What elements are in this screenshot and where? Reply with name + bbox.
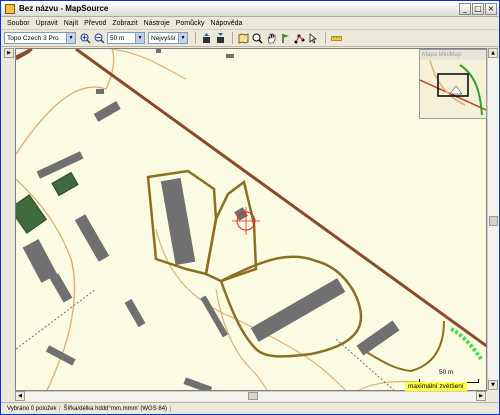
building <box>45 345 76 366</box>
map-product-select[interactable]: Topo Czech 3 Pro ▼ <box>4 32 76 44</box>
scroll-left-arrow-icon[interactable]: ◀ <box>15 391 25 401</box>
building <box>22 239 58 283</box>
receive-from-device-icon[interactable] <box>214 32 227 45</box>
minimap-panel[interactable]: Mapa MiniMap <box>419 49 487 119</box>
close-button[interactable]: × <box>485 3 497 15</box>
building <box>183 377 213 390</box>
menu-bar: Soubor Úpravit Najít Převod Zobrazit Nás… <box>1 17 499 30</box>
menu-napoveda[interactable]: Nápověda <box>208 20 246 27</box>
path-top <box>111 49 187 80</box>
dashed-line-left <box>16 288 97 350</box>
vertical-scroll-thumb[interactable] <box>489 216 498 226</box>
building <box>200 295 229 338</box>
menu-upravit[interactable]: Úpravit <box>33 20 61 27</box>
chevron-down-icon: ▼ <box>135 33 144 43</box>
scroll-right-arrow-icon[interactable]: ▶ <box>476 391 486 401</box>
minimap-title: Mapa MiniMap <box>420 50 486 60</box>
building <box>124 298 146 328</box>
building <box>250 278 346 342</box>
mapsource-window: Bez názvu - MapSource _ □ × Soubor Úprav… <box>0 0 500 415</box>
building <box>226 54 234 58</box>
horizontal-scroll-thumb[interactable] <box>248 392 258 400</box>
building <box>356 320 400 356</box>
waypoint-tool-icon[interactable] <box>279 32 292 45</box>
zoom-out-icon[interactable] <box>93 32 106 45</box>
measure-tool-icon[interactable] <box>330 32 343 45</box>
building <box>160 177 196 266</box>
app-icon <box>5 3 15 14</box>
toolbar-separator <box>325 32 326 44</box>
left-panel-scrollbar[interactable]: ▶ <box>3 48 15 391</box>
building <box>74 214 110 262</box>
building <box>36 151 84 179</box>
horizontal-scrollbar[interactable]: ◀ ▶ <box>15 391 487 401</box>
title-bar[interactable]: Bez názvu - MapSource _ □ × <box>1 1 499 17</box>
forest-patch <box>16 194 48 234</box>
green-line <box>450 327 483 361</box>
menu-najit[interactable]: Najít <box>61 20 81 27</box>
zoom-in-icon[interactable] <box>79 32 92 45</box>
building <box>93 101 121 122</box>
window-title: Bez názvu - MapSource <box>19 4 109 13</box>
minimap-canvas[interactable] <box>419 59 487 118</box>
detail-level-value: Nejvyšší <box>151 34 176 42</box>
map-product-value: Topo Czech 3 Pro <box>7 34 59 42</box>
zoom-level-select[interactable]: 50 m ▼ <box>107 32 145 44</box>
status-bar: Vybráno 0 položek Šířka/délka hddd°mm.mm… <box>1 402 499 414</box>
zoom-level-value: 50 m <box>110 34 125 42</box>
building <box>156 49 161 53</box>
maximize-button[interactable]: □ <box>472 3 484 15</box>
toolbar-separator <box>195 32 196 44</box>
main-road <box>16 49 486 348</box>
menu-zobrazit[interactable]: Zobrazit <box>109 20 140 27</box>
buildings <box>22 49 400 390</box>
building <box>49 273 73 303</box>
menu-soubor[interactable]: Soubor <box>4 20 33 27</box>
send-to-device-icon[interactable] <box>200 32 213 45</box>
map-view[interactable] <box>15 48 487 391</box>
forest-patches <box>16 171 79 234</box>
route-tool-icon[interactable] <box>293 32 306 45</box>
menu-pomucky[interactable]: Pomůcky <box>173 20 208 27</box>
zoom-tool-icon[interactable] <box>251 32 264 45</box>
status-selected: Vybráno 0 položek <box>4 405 61 412</box>
toolbar-separator <box>232 32 233 44</box>
building <box>96 89 104 94</box>
status-coords: Šířka/délka hddd°mm.mmm' (WGS 84) <box>60 405 172 412</box>
select-tool-icon[interactable] <box>307 32 320 45</box>
vertical-scrollbar[interactable]: ▲ ▼ <box>487 48 499 391</box>
minimize-button[interactable]: _ <box>459 3 471 15</box>
max-zoom-badge: maximální zvětšení <box>405 382 467 391</box>
scroll-down-arrow-icon[interactable]: ▼ <box>488 380 498 390</box>
forest-patch <box>51 171 79 197</box>
map-tool-icon[interactable] <box>237 32 250 45</box>
menu-nastroje[interactable]: Nástroje <box>141 20 173 27</box>
map-canvas <box>16 49 486 390</box>
pan-tool-icon[interactable] <box>265 32 278 45</box>
scroll-up-arrow-icon[interactable]: ▲ <box>488 48 498 58</box>
toolbar: Topo Czech 3 Pro ▼ 50 m ▼ Nejvyšší ▼ <box>1 30 499 47</box>
minimap-background <box>420 60 486 118</box>
chevron-down-icon: ▼ <box>178 33 187 43</box>
scroll-right-arrow-icon[interactable]: ▶ <box>4 48 14 58</box>
detail-level-select[interactable]: Nejvyšší ▼ <box>148 32 188 44</box>
window-controls: _ □ × <box>459 3 497 15</box>
chevron-down-icon: ▼ <box>66 33 75 43</box>
menu-prevod[interactable]: Převod <box>81 20 109 27</box>
